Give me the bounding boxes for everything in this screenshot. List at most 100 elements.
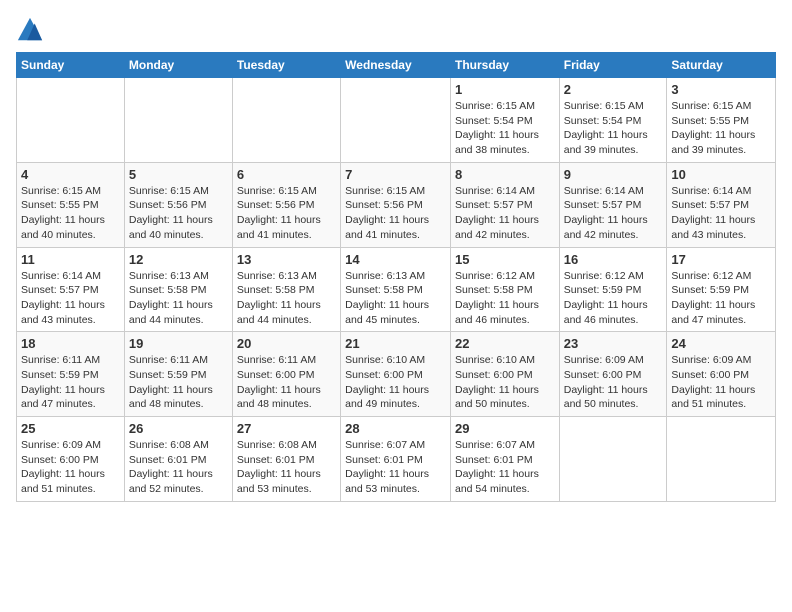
col-header-friday: Friday bbox=[559, 53, 667, 78]
day-number: 25 bbox=[21, 421, 120, 436]
day-number: 23 bbox=[564, 336, 663, 351]
day-info: Sunrise: 6:13 AM Sunset: 5:58 PM Dayligh… bbox=[237, 269, 336, 328]
col-header-wednesday: Wednesday bbox=[341, 53, 451, 78]
day-info: Sunrise: 6:11 AM Sunset: 6:00 PM Dayligh… bbox=[237, 353, 336, 412]
day-cell bbox=[341, 78, 451, 163]
day-cell: 21 Sunrise: 6:10 AM Sunset: 6:00 PM Dayli… bbox=[341, 332, 451, 417]
day-info: Sunrise: 6:15 AM Sunset: 5:56 PM Dayligh… bbox=[129, 184, 228, 243]
day-number: 3 bbox=[671, 82, 771, 97]
header-row: SundayMondayTuesdayWednesdayThursdayFrid… bbox=[17, 53, 776, 78]
day-number: 15 bbox=[455, 252, 555, 267]
day-number: 21 bbox=[345, 336, 446, 351]
day-info: Sunrise: 6:15 AM Sunset: 5:56 PM Dayligh… bbox=[237, 184, 336, 243]
day-info: Sunrise: 6:10 AM Sunset: 6:00 PM Dayligh… bbox=[455, 353, 555, 412]
day-cell: 12 Sunrise: 6:13 AM Sunset: 5:58 PM Dayli… bbox=[124, 247, 232, 332]
day-number: 6 bbox=[237, 167, 336, 182]
day-number: 9 bbox=[564, 167, 663, 182]
day-cell: 17Sunrise: 6:12 AM Sunset: 5:59 PM Dayli… bbox=[667, 247, 776, 332]
day-info: Sunrise: 6:10 AM Sunset: 6:00 PM Dayligh… bbox=[345, 353, 446, 412]
day-cell: 3 Sunrise: 6:15 AM Sunset: 5:55 PM Daylig… bbox=[667, 78, 776, 163]
day-cell bbox=[559, 417, 667, 502]
day-number: 13 bbox=[237, 252, 336, 267]
week-row-1: 1 Sunrise: 6:15 AM Sunset: 5:54 PM Daylig… bbox=[17, 78, 776, 163]
col-header-sunday: Sunday bbox=[17, 53, 125, 78]
day-number: 2 bbox=[564, 82, 663, 97]
day-cell: 10 Sunrise: 6:14 AM Sunset: 5:57 PM Dayli… bbox=[667, 162, 776, 247]
day-cell: 18Sunrise: 6:11 AM Sunset: 5:59 PM Dayli… bbox=[17, 332, 125, 417]
day-number: 16 bbox=[564, 252, 663, 267]
day-info: Sunrise: 6:09 AM Sunset: 6:00 PM Dayligh… bbox=[21, 438, 120, 497]
day-cell: 19Sunrise: 6:11 AM Sunset: 5:59 PM Dayli… bbox=[124, 332, 232, 417]
day-cell: 6 Sunrise: 6:15 AM Sunset: 5:56 PM Daylig… bbox=[232, 162, 340, 247]
page-header bbox=[16, 16, 776, 44]
day-number: 17 bbox=[671, 252, 771, 267]
day-number: 29 bbox=[455, 421, 555, 436]
day-number: 19 bbox=[129, 336, 228, 351]
day-cell: 29 Sunrise: 6:07 AM Sunset: 6:01 PM Dayli… bbox=[450, 417, 559, 502]
day-info: Sunrise: 6:13 AM Sunset: 5:58 PM Dayligh… bbox=[345, 269, 446, 328]
day-number: 4 bbox=[21, 167, 120, 182]
day-cell: 1 Sunrise: 6:15 AM Sunset: 5:54 PM Daylig… bbox=[450, 78, 559, 163]
day-cell: 9 Sunrise: 6:14 AM Sunset: 5:57 PM Daylig… bbox=[559, 162, 667, 247]
day-cell: 20 Sunrise: 6:11 AM Sunset: 6:00 PM Dayli… bbox=[232, 332, 340, 417]
day-info: Sunrise: 6:08 AM Sunset: 6:01 PM Dayligh… bbox=[237, 438, 336, 497]
day-info: Sunrise: 6:15 AM Sunset: 5:54 PM Dayligh… bbox=[564, 99, 663, 158]
day-info: Sunrise: 6:11 AM Sunset: 5:59 PM Dayligh… bbox=[21, 353, 120, 412]
day-info: Sunrise: 6:07 AM Sunset: 6:01 PM Dayligh… bbox=[345, 438, 446, 497]
week-row-4: 18Sunrise: 6:11 AM Sunset: 5:59 PM Dayli… bbox=[17, 332, 776, 417]
day-number: 8 bbox=[455, 167, 555, 182]
day-cell: 13 Sunrise: 6:13 AM Sunset: 5:58 PM Dayli… bbox=[232, 247, 340, 332]
day-cell bbox=[232, 78, 340, 163]
day-info: Sunrise: 6:13 AM Sunset: 5:58 PM Dayligh… bbox=[129, 269, 228, 328]
day-cell: 4 Sunrise: 6:15 AM Sunset: 5:55 PM Daylig… bbox=[17, 162, 125, 247]
day-info: Sunrise: 6:07 AM Sunset: 6:01 PM Dayligh… bbox=[455, 438, 555, 497]
day-info: Sunrise: 6:15 AM Sunset: 5:55 PM Dayligh… bbox=[671, 99, 771, 158]
day-number: 24 bbox=[671, 336, 771, 351]
logo bbox=[16, 16, 48, 44]
day-cell: 7 Sunrise: 6:15 AM Sunset: 5:56 PM Daylig… bbox=[341, 162, 451, 247]
calendar-table: SundayMondayTuesdayWednesdayThursdayFrid… bbox=[16, 52, 776, 502]
day-number: 28 bbox=[345, 421, 446, 436]
day-number: 26 bbox=[129, 421, 228, 436]
day-cell: 16Sunrise: 6:12 AM Sunset: 5:59 PM Dayli… bbox=[559, 247, 667, 332]
day-cell: 14 Sunrise: 6:13 AM Sunset: 5:58 PM Dayli… bbox=[341, 247, 451, 332]
day-info: Sunrise: 6:15 AM Sunset: 5:56 PM Dayligh… bbox=[345, 184, 446, 243]
day-cell: 22 Sunrise: 6:10 AM Sunset: 6:00 PM Dayli… bbox=[450, 332, 559, 417]
day-number: 11 bbox=[21, 252, 120, 267]
day-info: Sunrise: 6:08 AM Sunset: 6:01 PM Dayligh… bbox=[129, 438, 228, 497]
day-cell: 26 Sunrise: 6:08 AM Sunset: 6:01 PM Dayli… bbox=[124, 417, 232, 502]
day-cell: 2 Sunrise: 6:15 AM Sunset: 5:54 PM Daylig… bbox=[559, 78, 667, 163]
day-info: Sunrise: 6:14 AM Sunset: 5:57 PM Dayligh… bbox=[671, 184, 771, 243]
day-number: 22 bbox=[455, 336, 555, 351]
day-cell bbox=[124, 78, 232, 163]
col-header-saturday: Saturday bbox=[667, 53, 776, 78]
day-number: 12 bbox=[129, 252, 228, 267]
day-cell bbox=[667, 417, 776, 502]
day-info: Sunrise: 6:14 AM Sunset: 5:57 PM Dayligh… bbox=[564, 184, 663, 243]
day-number: 20 bbox=[237, 336, 336, 351]
week-row-2: 4 Sunrise: 6:15 AM Sunset: 5:55 PM Daylig… bbox=[17, 162, 776, 247]
col-header-tuesday: Tuesday bbox=[232, 53, 340, 78]
col-header-monday: Monday bbox=[124, 53, 232, 78]
logo-icon bbox=[16, 16, 44, 44]
day-info: Sunrise: 6:09 AM Sunset: 6:00 PM Dayligh… bbox=[671, 353, 771, 412]
day-info: Sunrise: 6:09 AM Sunset: 6:00 PM Dayligh… bbox=[564, 353, 663, 412]
day-info: Sunrise: 6:15 AM Sunset: 5:54 PM Dayligh… bbox=[455, 99, 555, 158]
day-cell bbox=[17, 78, 125, 163]
day-number: 7 bbox=[345, 167, 446, 182]
day-number: 5 bbox=[129, 167, 228, 182]
day-cell: 11Sunrise: 6:14 AM Sunset: 5:57 PM Dayli… bbox=[17, 247, 125, 332]
day-number: 1 bbox=[455, 82, 555, 97]
week-row-3: 11Sunrise: 6:14 AM Sunset: 5:57 PM Dayli… bbox=[17, 247, 776, 332]
day-info: Sunrise: 6:15 AM Sunset: 5:55 PM Dayligh… bbox=[21, 184, 120, 243]
day-cell: 25 Sunrise: 6:09 AM Sunset: 6:00 PM Dayli… bbox=[17, 417, 125, 502]
day-number: 27 bbox=[237, 421, 336, 436]
day-cell: 24 Sunrise: 6:09 AM Sunset: 6:00 PM Dayli… bbox=[667, 332, 776, 417]
week-row-5: 25 Sunrise: 6:09 AM Sunset: 6:00 PM Dayli… bbox=[17, 417, 776, 502]
day-info: Sunrise: 6:12 AM Sunset: 5:58 PM Dayligh… bbox=[455, 269, 555, 328]
day-cell: 27 Sunrise: 6:08 AM Sunset: 6:01 PM Dayli… bbox=[232, 417, 340, 502]
day-cell: 8Sunrise: 6:14 AM Sunset: 5:57 PM Daylig… bbox=[450, 162, 559, 247]
day-number: 14 bbox=[345, 252, 446, 267]
day-number: 10 bbox=[671, 167, 771, 182]
day-cell: 5 Sunrise: 6:15 AM Sunset: 5:56 PM Daylig… bbox=[124, 162, 232, 247]
